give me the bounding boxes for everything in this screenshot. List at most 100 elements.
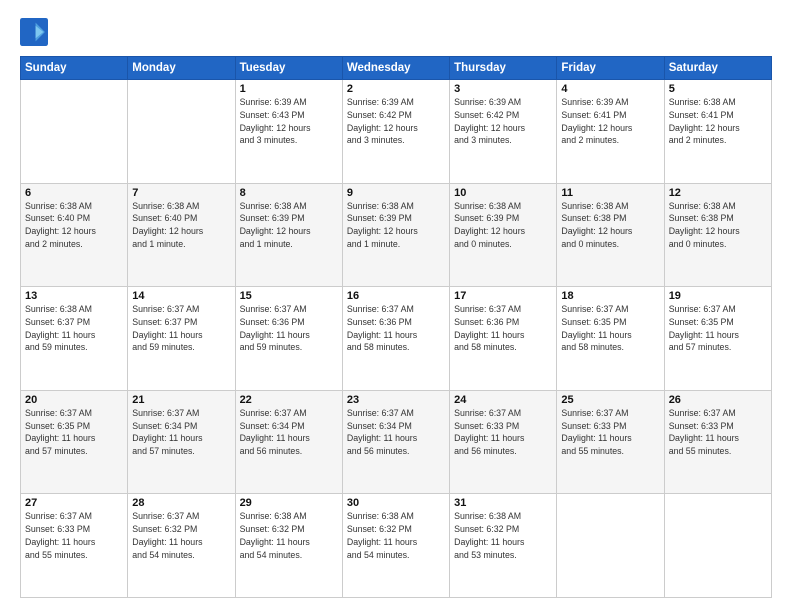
day-cell: 1Sunrise: 6:39 AM Sunset: 6:43 PM Daylig… <box>235 80 342 184</box>
weekday-header-saturday: Saturday <box>664 57 771 80</box>
day-cell: 22Sunrise: 6:37 AM Sunset: 6:34 PM Dayli… <box>235 390 342 494</box>
day-cell: 17Sunrise: 6:37 AM Sunset: 6:36 PM Dayli… <box>450 287 557 391</box>
day-info: Sunrise: 6:37 AM Sunset: 6:34 PM Dayligh… <box>347 407 445 458</box>
day-info: Sunrise: 6:37 AM Sunset: 6:33 PM Dayligh… <box>454 407 552 458</box>
day-info: Sunrise: 6:37 AM Sunset: 6:35 PM Dayligh… <box>561 303 659 354</box>
day-number: 12 <box>669 187 767 199</box>
day-info: Sunrise: 6:37 AM Sunset: 6:36 PM Dayligh… <box>240 303 338 354</box>
day-info: Sunrise: 6:37 AM Sunset: 6:32 PM Dayligh… <box>132 510 230 561</box>
week-row-3: 13Sunrise: 6:38 AM Sunset: 6:37 PM Dayli… <box>21 287 772 391</box>
day-cell: 20Sunrise: 6:37 AM Sunset: 6:35 PM Dayli… <box>21 390 128 494</box>
day-number: 24 <box>454 394 552 406</box>
day-info: Sunrise: 6:39 AM Sunset: 6:43 PM Dayligh… <box>240 96 338 147</box>
day-number: 17 <box>454 290 552 302</box>
weekday-header-friday: Friday <box>557 57 664 80</box>
logo <box>20 18 52 46</box>
day-cell: 11Sunrise: 6:38 AM Sunset: 6:38 PM Dayli… <box>557 183 664 287</box>
day-cell: 13Sunrise: 6:38 AM Sunset: 6:37 PM Dayli… <box>21 287 128 391</box>
day-info: Sunrise: 6:39 AM Sunset: 6:41 PM Dayligh… <box>561 96 659 147</box>
weekday-header-thursday: Thursday <box>450 57 557 80</box>
day-cell: 3Sunrise: 6:39 AM Sunset: 6:42 PM Daylig… <box>450 80 557 184</box>
day-number: 7 <box>132 187 230 199</box>
day-cell: 26Sunrise: 6:37 AM Sunset: 6:33 PM Dayli… <box>664 390 771 494</box>
day-cell: 29Sunrise: 6:38 AM Sunset: 6:32 PM Dayli… <box>235 494 342 598</box>
day-number: 18 <box>561 290 659 302</box>
weekday-header-monday: Monday <box>128 57 235 80</box>
day-info: Sunrise: 6:37 AM Sunset: 6:34 PM Dayligh… <box>240 407 338 458</box>
day-info: Sunrise: 6:37 AM Sunset: 6:33 PM Dayligh… <box>669 407 767 458</box>
day-info: Sunrise: 6:38 AM Sunset: 6:39 PM Dayligh… <box>240 200 338 251</box>
day-info: Sunrise: 6:38 AM Sunset: 6:32 PM Dayligh… <box>347 510 445 561</box>
day-number: 3 <box>454 83 552 95</box>
week-row-5: 27Sunrise: 6:37 AM Sunset: 6:33 PM Dayli… <box>21 494 772 598</box>
day-cell: 27Sunrise: 6:37 AM Sunset: 6:33 PM Dayli… <box>21 494 128 598</box>
day-info: Sunrise: 6:37 AM Sunset: 6:36 PM Dayligh… <box>347 303 445 354</box>
day-cell <box>128 80 235 184</box>
day-info: Sunrise: 6:37 AM Sunset: 6:35 PM Dayligh… <box>25 407 123 458</box>
day-info: Sunrise: 6:38 AM Sunset: 6:39 PM Dayligh… <box>347 200 445 251</box>
day-cell: 6Sunrise: 6:38 AM Sunset: 6:40 PM Daylig… <box>21 183 128 287</box>
day-cell: 30Sunrise: 6:38 AM Sunset: 6:32 PM Dayli… <box>342 494 449 598</box>
day-cell <box>664 494 771 598</box>
day-number: 10 <box>454 187 552 199</box>
week-row-1: 1Sunrise: 6:39 AM Sunset: 6:43 PM Daylig… <box>21 80 772 184</box>
day-number: 4 <box>561 83 659 95</box>
page: SundayMondayTuesdayWednesdayThursdayFrid… <box>0 0 792 612</box>
day-cell: 9Sunrise: 6:38 AM Sunset: 6:39 PM Daylig… <box>342 183 449 287</box>
day-cell: 12Sunrise: 6:38 AM Sunset: 6:38 PM Dayli… <box>664 183 771 287</box>
day-number: 27 <box>25 497 123 509</box>
day-number: 6 <box>25 187 123 199</box>
day-cell: 21Sunrise: 6:37 AM Sunset: 6:34 PM Dayli… <box>128 390 235 494</box>
day-info: Sunrise: 6:39 AM Sunset: 6:42 PM Dayligh… <box>347 96 445 147</box>
day-number: 25 <box>561 394 659 406</box>
day-number: 20 <box>25 394 123 406</box>
day-number: 15 <box>240 290 338 302</box>
weekday-header-tuesday: Tuesday <box>235 57 342 80</box>
day-info: Sunrise: 6:38 AM Sunset: 6:40 PM Dayligh… <box>25 200 123 251</box>
day-number: 22 <box>240 394 338 406</box>
week-row-4: 20Sunrise: 6:37 AM Sunset: 6:35 PM Dayli… <box>21 390 772 494</box>
day-cell: 8Sunrise: 6:38 AM Sunset: 6:39 PM Daylig… <box>235 183 342 287</box>
calendar-table: SundayMondayTuesdayWednesdayThursdayFrid… <box>20 56 772 598</box>
day-info: Sunrise: 6:38 AM Sunset: 6:39 PM Dayligh… <box>454 200 552 251</box>
day-cell <box>21 80 128 184</box>
weekday-header-sunday: Sunday <box>21 57 128 80</box>
day-number: 23 <box>347 394 445 406</box>
day-cell: 31Sunrise: 6:38 AM Sunset: 6:32 PM Dayli… <box>450 494 557 598</box>
day-info: Sunrise: 6:37 AM Sunset: 6:33 PM Dayligh… <box>25 510 123 561</box>
day-cell: 16Sunrise: 6:37 AM Sunset: 6:36 PM Dayli… <box>342 287 449 391</box>
day-cell: 14Sunrise: 6:37 AM Sunset: 6:37 PM Dayli… <box>128 287 235 391</box>
day-number: 14 <box>132 290 230 302</box>
day-info: Sunrise: 6:39 AM Sunset: 6:42 PM Dayligh… <box>454 96 552 147</box>
day-number: 8 <box>240 187 338 199</box>
day-info: Sunrise: 6:37 AM Sunset: 6:36 PM Dayligh… <box>454 303 552 354</box>
day-info: Sunrise: 6:37 AM Sunset: 6:35 PM Dayligh… <box>669 303 767 354</box>
day-info: Sunrise: 6:38 AM Sunset: 6:37 PM Dayligh… <box>25 303 123 354</box>
day-number: 30 <box>347 497 445 509</box>
weekday-header-wednesday: Wednesday <box>342 57 449 80</box>
day-number: 29 <box>240 497 338 509</box>
day-cell: 4Sunrise: 6:39 AM Sunset: 6:41 PM Daylig… <box>557 80 664 184</box>
day-info: Sunrise: 6:38 AM Sunset: 6:41 PM Dayligh… <box>669 96 767 147</box>
day-cell: 15Sunrise: 6:37 AM Sunset: 6:36 PM Dayli… <box>235 287 342 391</box>
weekday-header-row: SundayMondayTuesdayWednesdayThursdayFrid… <box>21 57 772 80</box>
day-number: 28 <box>132 497 230 509</box>
day-number: 1 <box>240 83 338 95</box>
day-number: 9 <box>347 187 445 199</box>
day-number: 5 <box>669 83 767 95</box>
day-number: 31 <box>454 497 552 509</box>
day-info: Sunrise: 6:37 AM Sunset: 6:34 PM Dayligh… <box>132 407 230 458</box>
day-cell: 7Sunrise: 6:38 AM Sunset: 6:40 PM Daylig… <box>128 183 235 287</box>
logo-icon <box>20 18 48 46</box>
day-cell <box>557 494 664 598</box>
day-cell: 5Sunrise: 6:38 AM Sunset: 6:41 PM Daylig… <box>664 80 771 184</box>
day-number: 2 <box>347 83 445 95</box>
day-cell: 10Sunrise: 6:38 AM Sunset: 6:39 PM Dayli… <box>450 183 557 287</box>
day-cell: 25Sunrise: 6:37 AM Sunset: 6:33 PM Dayli… <box>557 390 664 494</box>
day-info: Sunrise: 6:38 AM Sunset: 6:32 PM Dayligh… <box>454 510 552 561</box>
day-info: Sunrise: 6:37 AM Sunset: 6:37 PM Dayligh… <box>132 303 230 354</box>
day-cell: 2Sunrise: 6:39 AM Sunset: 6:42 PM Daylig… <box>342 80 449 184</box>
day-info: Sunrise: 6:37 AM Sunset: 6:33 PM Dayligh… <box>561 407 659 458</box>
header <box>20 18 772 46</box>
day-cell: 28Sunrise: 6:37 AM Sunset: 6:32 PM Dayli… <box>128 494 235 598</box>
